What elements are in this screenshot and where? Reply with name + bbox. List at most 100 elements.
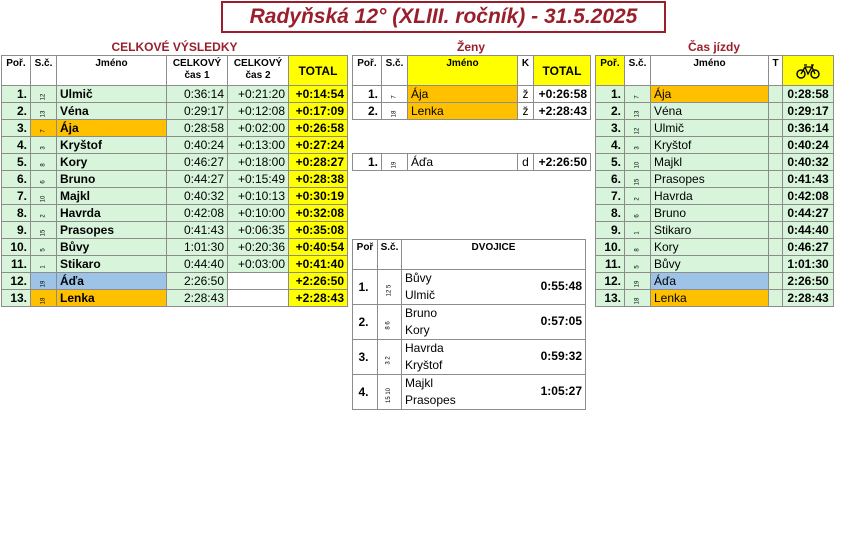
time1-cell: 1:01:30 (166, 238, 228, 256)
sc-cell: 19 (381, 153, 408, 171)
rank-cell: 6. (595, 170, 625, 188)
time-cell: 0:46:27 (782, 238, 834, 256)
sc-cell: 7 (624, 85, 651, 103)
time-cell: 2:28:43 (782, 289, 834, 307)
table-row: 4. 15 10 Majkl Prasopes 1:05:27 (352, 374, 586, 410)
table-row: 8. 6 Bruno 0:44:27 (595, 204, 834, 222)
sc-cell: 6 (624, 204, 651, 222)
pair-time: 0:55:48 (540, 279, 582, 293)
time2-cell (227, 272, 289, 290)
sc-cell: 18 (30, 289, 57, 307)
name-cell: Majkl (650, 153, 769, 171)
rank-cell: 1. (595, 85, 625, 103)
table-row: 9. 15 Prasopes 0:41:43 +0:06:35 +0:35:08 (1, 221, 348, 239)
total-cell: +0:14:54 (288, 85, 348, 103)
rank-cell: 3. (1, 119, 31, 137)
name-cell: Ája (650, 85, 769, 103)
total-cell: +0:28:27 (288, 153, 348, 171)
sc-cell: 19 (624, 272, 651, 290)
table-row: 2. 18 Lenka ž +2:28:43 (352, 102, 591, 120)
name-cell: Bruno (56, 170, 167, 188)
rank-cell: 3. (352, 339, 378, 375)
col-k: K (517, 55, 534, 86)
time1-cell: 0:44:40 (166, 255, 228, 273)
name-cell: Lenka (407, 102, 518, 120)
name-cell: Majkl (56, 187, 167, 205)
sc-cell: 19 (30, 272, 57, 290)
rank-cell: 13. (1, 289, 31, 307)
time1-cell: 2:28:43 (166, 289, 228, 307)
name-cell: Áďa (56, 272, 167, 290)
rank-cell: 2. (595, 102, 625, 120)
rank-cell: 4. (352, 374, 378, 410)
time2-cell: +0:10:13 (227, 187, 289, 205)
time1-cell: 0:28:58 (166, 119, 228, 137)
time1-cell: 0:40:24 (166, 136, 228, 154)
t-cell (768, 170, 783, 188)
col-sc: S.č. (381, 55, 408, 86)
time2-cell: +0:12:08 (227, 102, 289, 120)
bicycle-icon (796, 63, 820, 79)
sc-cell: 2 (624, 187, 651, 205)
col-name: Jméno (650, 55, 769, 86)
table-row: 6. 15 Prasopes 0:41:43 (595, 170, 834, 188)
sc-cell: 5 (30, 238, 57, 256)
rank-cell: 9. (1, 221, 31, 239)
name-cell: Prasopes (650, 170, 769, 188)
sc-cell: 7 (30, 119, 57, 137)
total-cell: +2:26:50 (533, 153, 591, 171)
k-cell: d (517, 153, 534, 171)
sc-cell: 18 (624, 289, 651, 307)
table-row: 4. 3 Kryštof 0:40:24 +0:13:00 +0:27:24 (1, 136, 348, 154)
time1-cell: 2:26:50 (166, 272, 228, 290)
k-cell: ž (517, 102, 534, 120)
total-cell: +2:28:43 (288, 289, 348, 307)
table-row: 3. 7 Ája 0:28:58 +0:02:00 +0:26:58 (1, 119, 348, 137)
time1-cell: 0:41:43 (166, 221, 228, 239)
table-row: 1. 12 5 Bůvy Ulmič 0:55:48 (352, 269, 586, 305)
pairs-title: DVOJICE (401, 239, 586, 270)
col-sc: S.č. (624, 55, 651, 86)
time1-cell: 0:36:14 (166, 85, 228, 103)
total-cell: +0:27:24 (288, 136, 348, 154)
rank-cell: 6. (1, 170, 31, 188)
time2-cell (227, 289, 289, 307)
pair-cell: Majkl Prasopes 1:05:27 (401, 374, 586, 410)
k-cell: ž (517, 85, 534, 103)
table-row: 1. 7 Ája 0:28:58 (595, 85, 834, 103)
pairs-table: Poř S.č. DVOJICE 1. 12 5 Bůvy Ulmič 0:55:48 2… (352, 239, 586, 410)
sc-cell: 12 5 (377, 269, 402, 305)
name-cell: Ája (407, 85, 518, 103)
t-cell (768, 153, 783, 171)
table-row: 2. 13 Véna 0:29:17 (595, 102, 834, 120)
total-cell: +2:26:50 (288, 272, 348, 290)
rank-cell: 4. (595, 136, 625, 154)
table-row: 12. 19 Áďa 2:26:50 +2:26:50 (1, 272, 348, 290)
sc-cell: 15 (624, 170, 651, 188)
col-bike (782, 55, 834, 86)
t-cell (768, 221, 783, 239)
rank-cell: 7. (595, 187, 625, 205)
table-row: 8. 2 Havrda 0:42:08 +0:10:00 +0:32:08 (1, 204, 348, 222)
rank-cell: 1. (1, 85, 31, 103)
col-t: T (768, 55, 783, 86)
sc-cell: 3 (624, 136, 651, 154)
pair-cell: Bůvy Ulmič 0:55:48 (401, 269, 586, 305)
time-cell: 1:01:30 (782, 255, 834, 273)
total-cell: +0:28:38 (288, 170, 348, 188)
time2-cell: +0:21:20 (227, 85, 289, 103)
table-row: 4. 3 Kryštof 0:40:24 (595, 136, 834, 154)
pair-cell: Havrda Kryštof 0:59:32 (401, 339, 586, 375)
name-cell: Ulmič (56, 85, 167, 103)
overall-header-row: Poř. S.č. Jméno CELKOVÝ čas 1 CELKOVÝ čas … (1, 55, 348, 86)
total-cell: +0:41:40 (288, 255, 348, 273)
sc-cell: 3 2 (377, 339, 402, 375)
rank-cell: 3. (595, 119, 625, 137)
name-cell: Véna (56, 102, 167, 120)
table-row: 9. 1 Stikaro 0:44:40 (595, 221, 834, 239)
sc-cell: 13 (624, 102, 651, 120)
t-cell (768, 289, 783, 307)
sc-cell: 3 (30, 136, 57, 154)
sc-cell: 12 (30, 85, 57, 103)
table-row: 7. 2 Havrda 0:42:08 (595, 187, 834, 205)
